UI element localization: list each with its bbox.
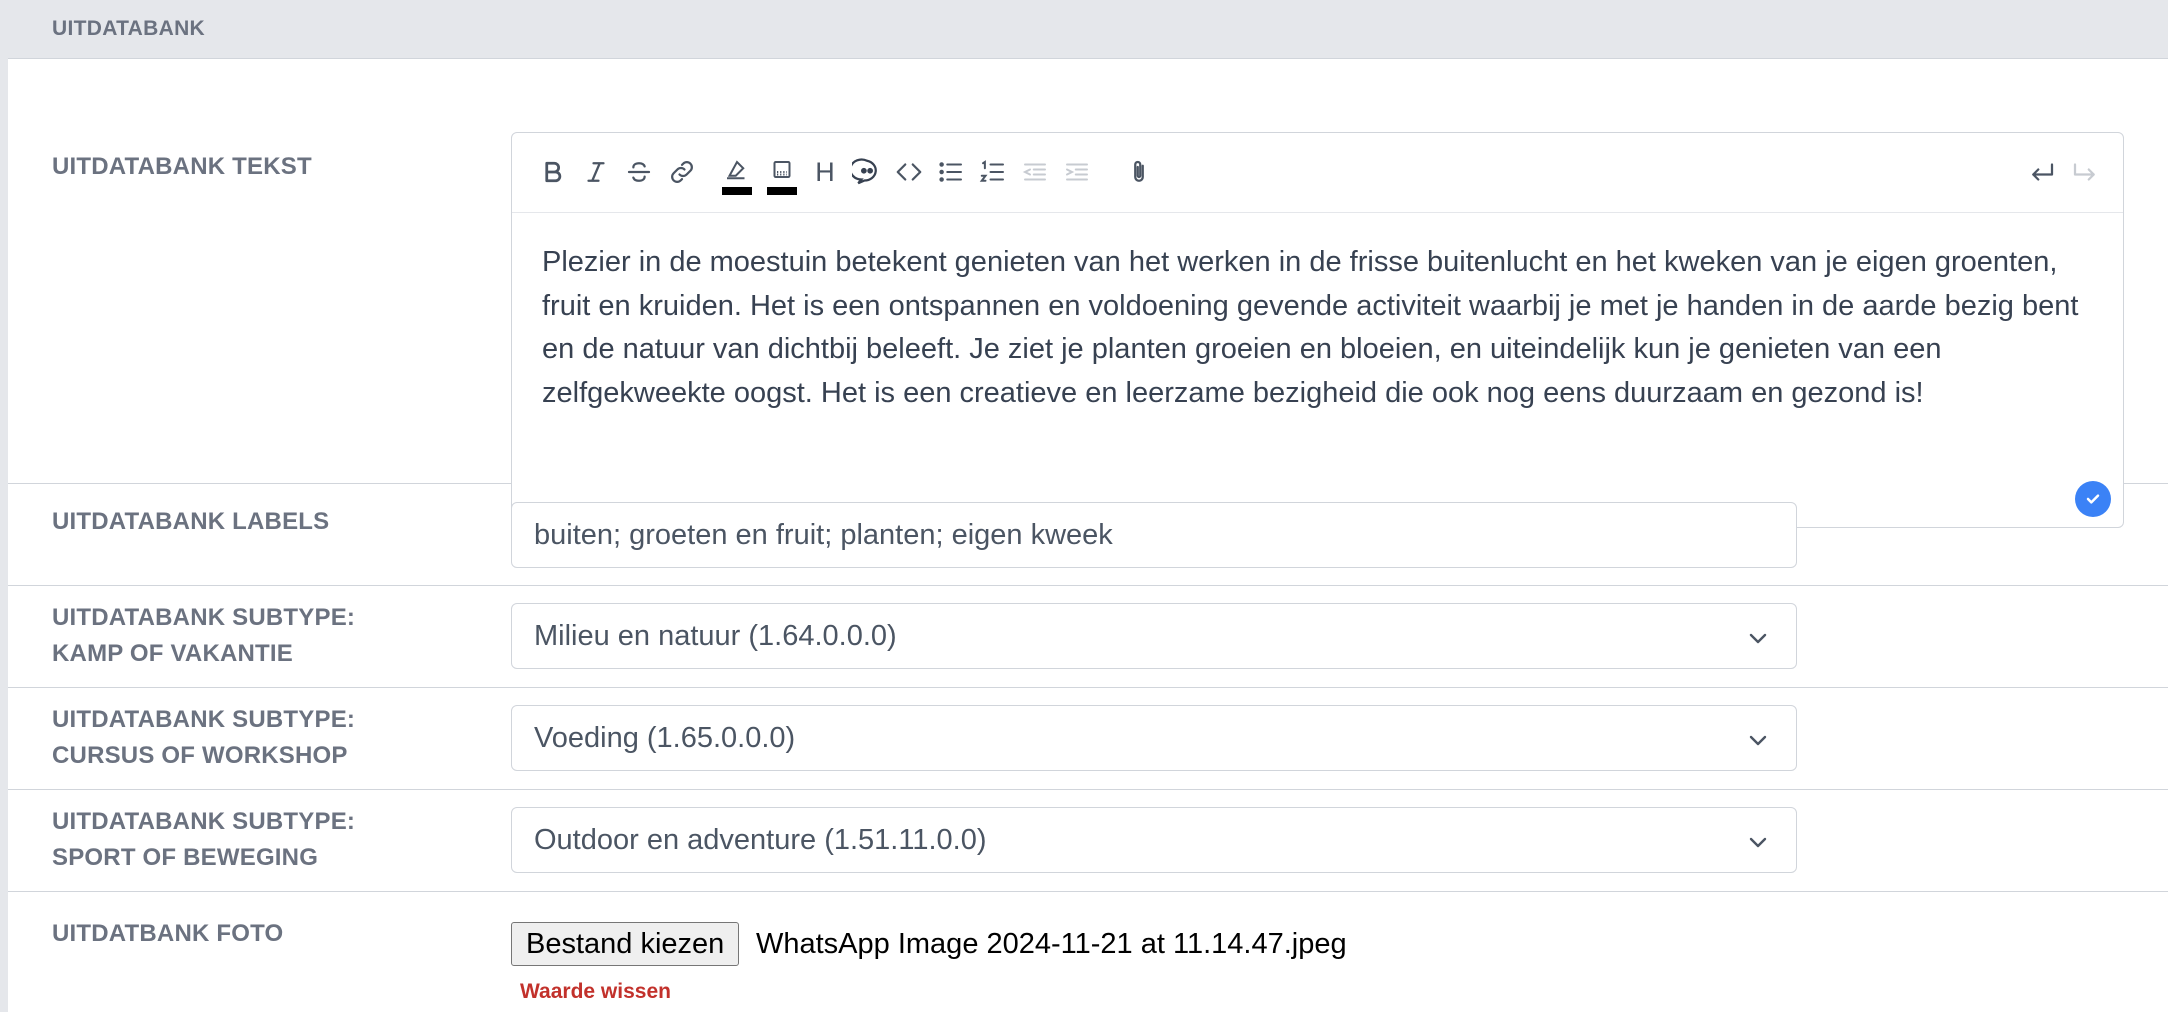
labels-field-row: UITDATABANK LABELS xyxy=(8,484,2168,586)
subtype-course-value: Voeding (1.65.0.0.0) xyxy=(534,721,796,754)
subtype-camp-select[interactable]: Milieu en natuur (1.64.0.0.0) xyxy=(511,603,1797,669)
text-field-row: UITDATABANK TEKST H Plezier in de moestu… xyxy=(8,59,2168,528)
chevron-down-icon xyxy=(1749,837,1767,848)
subtype-course-row: UITDATABANK SUBTYPE: CURSUS OF WORKSHOP … xyxy=(8,688,2168,790)
subtype-course-label-line1: UITDATABANK SUBTYPE: xyxy=(52,706,356,733)
editor-content[interactable]: Plezier in de moestuin betekent genieten… xyxy=(512,213,2123,443)
redo-icon[interactable] xyxy=(2064,151,2106,193)
subtype-course-label: UITDATABANK SUBTYPE: CURSUS OF WORKSHOP xyxy=(52,702,355,774)
numbered-list-icon[interactable] xyxy=(972,151,1014,193)
bold-icon[interactable] xyxy=(532,151,574,193)
outdent-icon[interactable] xyxy=(1014,151,1056,193)
selected-file-name: WhatsApp Image 2024-11-21 at 11.14.47.jp… xyxy=(756,928,1347,960)
quote-icon[interactable] xyxy=(846,151,888,193)
chevron-down-icon xyxy=(1749,735,1767,746)
link-icon[interactable] xyxy=(661,151,703,193)
undo-icon[interactable] xyxy=(2021,151,2063,193)
labels-field-label: UITDATABANK LABELS xyxy=(52,508,330,535)
subtype-sport-row: UITDATABANK SUBTYPE: SPORT OF BEWEGING O… xyxy=(8,790,2168,892)
choose-file-button[interactable]: Bestand kiezen xyxy=(511,922,740,966)
subtype-camp-value: Milieu en natuur (1.64.0.0.0) xyxy=(534,619,897,652)
heading-icon[interactable]: H xyxy=(804,151,846,193)
subtype-sport-label-line1: UITDATABANK SUBTYPE: xyxy=(52,808,356,835)
subtype-sport-label-line2: SPORT OF BEWEGING xyxy=(52,844,319,871)
subtype-sport-value: Outdoor en adventure (1.51.11.0.0) xyxy=(534,823,987,856)
subtype-camp-label: UITDATABANK SUBTYPE: KAMP OF VAKANTIE xyxy=(52,600,355,672)
photo-field-row: UITDATBANK FOTO Bestand kiezen WhatsApp … xyxy=(8,892,2168,1012)
text-color-icon[interactable] xyxy=(716,151,758,195)
labels-input[interactable] xyxy=(511,502,1797,568)
text-field-label: UITDATABANK TEKST xyxy=(52,153,312,180)
photo-field-label: UITDATBANK FOTO xyxy=(52,920,284,947)
background-color-icon[interactable] xyxy=(761,151,803,195)
subtype-camp-label-line1: UITDATABANK SUBTYPE: xyxy=(52,604,356,631)
rich-text-editor[interactable]: H Plezier in de moestuin betekent geniet… xyxy=(511,132,2124,528)
attachment-icon[interactable] xyxy=(1118,151,1160,193)
strikethrough-icon[interactable] xyxy=(618,151,660,193)
subtype-course-select[interactable]: Voeding (1.65.0.0.0) xyxy=(511,705,1797,771)
subtype-sport-select[interactable]: Outdoor en adventure (1.51.11.0.0) xyxy=(511,807,1797,873)
subtype-course-label-line2: CURSUS OF WORKSHOP xyxy=(52,742,348,769)
form-page: UITDATABANK UITDATABANK TEKST H Plezier … xyxy=(0,0,2168,1012)
section-header: UITDATABANK xyxy=(8,0,2168,59)
chevron-down-icon xyxy=(1749,633,1767,644)
indent-icon[interactable] xyxy=(1056,151,1098,193)
subtype-camp-row: UITDATABANK SUBTYPE: KAMP OF VAKANTIE Mi… xyxy=(8,586,2168,688)
section-title: UITDATABANK xyxy=(52,17,205,40)
italic-icon[interactable] xyxy=(575,151,617,193)
subtype-camp-label-line2: KAMP OF VAKANTIE xyxy=(52,640,293,667)
code-icon[interactable] xyxy=(888,151,930,193)
bullet-list-icon[interactable] xyxy=(930,151,972,193)
editor-toolbar: H xyxy=(512,133,2123,213)
clear-value-link[interactable]: Waarde wissen xyxy=(520,978,671,1006)
subtype-sport-label: UITDATABANK SUBTYPE: SPORT OF BEWEGING xyxy=(52,804,355,876)
